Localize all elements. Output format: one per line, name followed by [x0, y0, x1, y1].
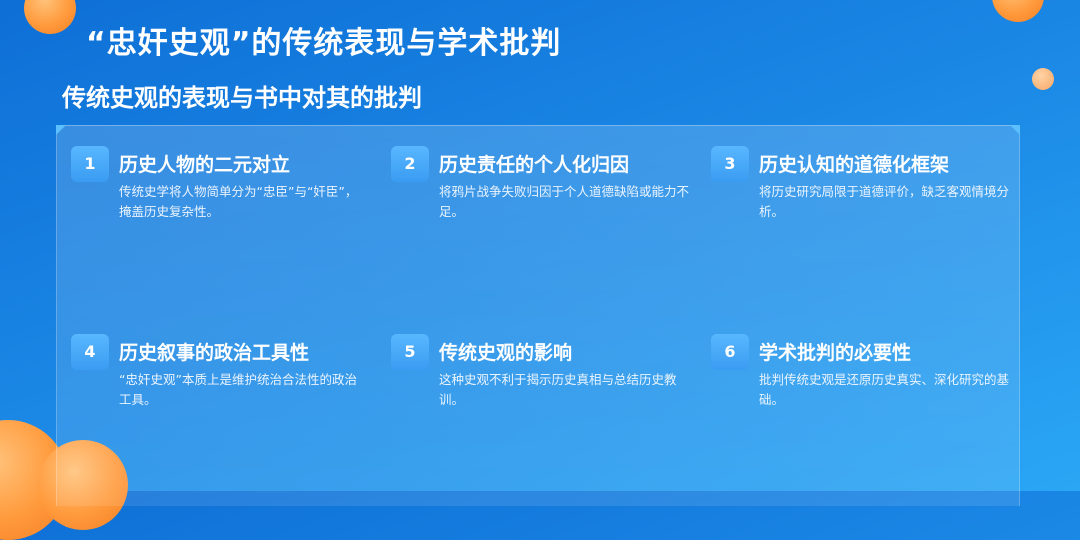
- point-number-badge: 5: [391, 334, 429, 370]
- decor-circle-top-right: [992, 0, 1044, 22]
- point-title: 历史人物的二元对立: [119, 154, 291, 176]
- point-description: “忠奸史观”本质上是维护统治合法性的政治工具。: [119, 372, 357, 407]
- point-description: 将历史研究局限于道德评价，缺乏客观情境分析。: [759, 184, 1010, 219]
- point-number-badge: 2: [391, 146, 429, 182]
- page-title: “忠奸史观”的传统表现与学术批判: [86, 26, 562, 61]
- point-title: 历史叙事的政治工具性: [119, 342, 310, 364]
- point-description: 传统史学将人物简单分为“忠臣”与“奸臣”，掩盖历史复杂性。: [119, 184, 358, 219]
- point-title: 学术批判的必要性: [759, 342, 912, 364]
- point-title: 传统史观的影响: [439, 342, 573, 364]
- decor-circle-top-left: [24, 0, 76, 34]
- point-title: 历史认知的道德化框架: [759, 154, 950, 176]
- point-description: 这种史观不利于揭示历史真相与总结历史教训。: [439, 372, 677, 407]
- point-description: 将鸦片战争失败归因于个人道德缺陷或能力不足。: [439, 184, 690, 219]
- point-number-badge: 6: [711, 334, 749, 370]
- point-number-badge: 4: [71, 334, 109, 370]
- page-subtitle: 传统史观的表现与书中对其的批判: [62, 84, 422, 112]
- point-title: 历史责任的个人化归因: [439, 154, 630, 176]
- point-description: 批判传统史观是还原历史真实、深化研究的基础。: [759, 372, 1010, 407]
- point-number-badge: 1: [71, 146, 109, 182]
- panel-corner-left: [56, 125, 66, 135]
- decor-circle-right-small: [1032, 68, 1054, 90]
- content-panel: 1 历史人物的二元对立 传统史学将人物简单分为“忠臣”与“奸臣”，掩盖历史复杂性…: [56, 125, 1020, 506]
- panel-corner-right: [1010, 125, 1020, 135]
- point-number-badge: 3: [711, 146, 749, 182]
